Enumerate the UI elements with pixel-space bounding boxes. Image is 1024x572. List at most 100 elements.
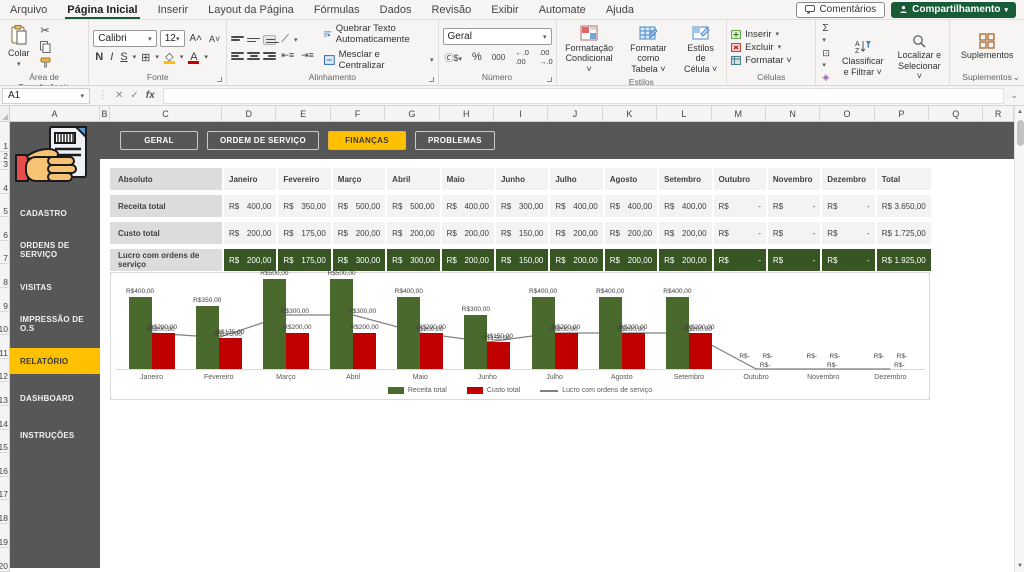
table-value-cell[interactable]: R$400,00 <box>442 195 494 217</box>
decrease-decimal-button[interactable]: .00→.0 <box>537 48 555 66</box>
row-header-18[interactable]: 18 <box>0 500 9 524</box>
finance-chart[interactable]: R$400,00R$200,00R$200,00JaneiroR$350,00R… <box>110 272 930 400</box>
font-name-select[interactable]: Calibri▾ <box>93 30 156 47</box>
cost-bar[interactable] <box>219 338 242 370</box>
paste-button[interactable]: Colar ▾ <box>4 23 34 71</box>
row-label[interactable]: Lucro com ordens de serviço <box>110 249 222 271</box>
column-header-N[interactable]: N <box>766 106 820 121</box>
table-value-cell[interactable]: R$200,00 <box>605 222 657 244</box>
sidebar-item-relat-rio[interactable]: RELATÓRIO <box>10 348 100 374</box>
revenue-bar[interactable] <box>196 306 219 369</box>
table-value-cell[interactable]: R$500,00 <box>387 195 439 217</box>
column-header-O[interactable]: O <box>820 106 874 121</box>
cost-bar[interactable] <box>420 333 443 369</box>
table-value-cell[interactable]: R$- <box>714 195 766 217</box>
column-header-E[interactable]: E <box>276 106 330 121</box>
column-header-K[interactable]: K <box>603 106 657 121</box>
sidebar-item-impress-o-de-o-s[interactable]: IMPRESSÃO DE O.S <box>10 311 100 337</box>
revenue-bar[interactable] <box>464 315 487 369</box>
row-header-17[interactable]: 17 <box>0 477 9 501</box>
underline-button[interactable]: S <box>118 51 129 63</box>
autosum-button[interactable]: Σ ▾ <box>820 23 832 45</box>
column-header-A[interactable]: A <box>10 106 100 121</box>
table-value-cell[interactable]: R$300,00 <box>333 249 385 271</box>
sheet-tab-problemas[interactable]: PROBLEMAS <box>415 131 495 150</box>
cost-bar[interactable] <box>487 342 510 369</box>
table-value-cell[interactable]: R$200,00 <box>659 249 711 271</box>
table-value-cell[interactable]: R$200,00 <box>387 222 439 244</box>
decrease-indent-button[interactable]: ⇤≡ <box>279 50 296 61</box>
sidebar-item-cadastro[interactable]: CADASTRO <box>10 200 100 226</box>
table-value-cell[interactable]: R$200,00 <box>224 222 276 244</box>
table-value-cell[interactable]: R$- <box>768 195 820 217</box>
revenue-bar[interactable] <box>599 297 622 369</box>
format-cells-button[interactable]: Formatar ˅ <box>731 55 792 66</box>
table-total-cell[interactable]: R$3.650,00 <box>877 195 931 217</box>
column-header-B[interactable]: B <box>100 106 110 121</box>
scroll-up-icon[interactable]: ▲ <box>1015 106 1024 118</box>
row-label[interactable]: Custo total <box>110 222 222 244</box>
month-header-julho[interactable]: Julho <box>550 168 602 190</box>
font-color-button[interactable]: A <box>186 51 201 64</box>
number-dialog-launcher[interactable] <box>547 77 552 82</box>
month-header-janeiro[interactable]: Janeiro <box>224 168 276 190</box>
table-value-cell[interactable]: R$400,00 <box>659 195 711 217</box>
alignment-dialog-launcher[interactable] <box>429 77 434 82</box>
table-value-cell[interactable]: R$- <box>768 249 820 271</box>
ribbon-tab-inserir[interactable]: Inserir <box>148 0 199 19</box>
table-value-cell[interactable]: R$- <box>768 222 820 244</box>
row-header-5[interactable]: 5 <box>0 194 9 218</box>
table-value-cell[interactable]: R$200,00 <box>550 222 602 244</box>
cost-bar[interactable] <box>353 333 376 369</box>
align-bottom-button[interactable] <box>263 35 276 45</box>
column-header-F[interactable]: F <box>331 106 385 121</box>
column-header-M[interactable]: M <box>712 106 766 121</box>
ribbon-tab-dados[interactable]: Dados <box>370 0 422 19</box>
month-header-outubro[interactable]: Outubro <box>714 168 766 190</box>
column-header-C[interactable]: C <box>110 106 222 121</box>
sidebar-item-ordens-de-servi-o[interactable]: ORDENS DE SERVIÇO <box>10 237 100 263</box>
row-header-4[interactable]: 4 <box>0 170 9 194</box>
row-header-10[interactable]: 10 <box>0 312 9 336</box>
table-value-cell[interactable]: R$200,00 <box>442 222 494 244</box>
month-header-setembro[interactable]: Setembro <box>659 168 711 190</box>
month-header-março[interactable]: Março <box>333 168 385 190</box>
bold-button[interactable]: N <box>93 51 105 63</box>
table-value-cell[interactable]: R$200,00 <box>224 249 276 271</box>
copy-button[interactable] <box>38 40 53 54</box>
row-label[interactable]: Receita total <box>110 195 222 217</box>
insert-function-icon[interactable]: fx <box>146 90 155 101</box>
table-value-cell[interactable]: R$175,00 <box>278 249 330 271</box>
table-total-cell[interactable]: R$1.725,00 <box>877 222 931 244</box>
column-header-I[interactable]: I <box>494 106 548 121</box>
table-value-cell[interactable]: R$- <box>822 249 874 271</box>
row-header-12[interactable]: 12 <box>0 359 9 383</box>
orientation-button[interactable]: ⟋ <box>279 33 291 46</box>
conditional-formatting-button[interactable]: Formatação Condicional ˅ <box>561 23 618 76</box>
table-value-cell[interactable]: R$200,00 <box>333 222 385 244</box>
accounting-format-button[interactable]: 🄫$▾ <box>443 51 465 64</box>
align-top-button[interactable] <box>231 35 244 45</box>
font-dialog-launcher[interactable] <box>217 77 222 82</box>
table-value-cell[interactable]: R$200,00 <box>442 249 494 271</box>
ribbon-tab-arquivo[interactable]: Arquivo <box>0 0 57 19</box>
borders-button[interactable]: ⊞ <box>139 51 152 64</box>
revenue-bar[interactable] <box>397 297 420 369</box>
fill-color-button[interactable]: ◇ <box>162 50 177 64</box>
comments-button[interactable]: Comentários <box>796 2 885 18</box>
sheet-tab-ordem-de-servi-o[interactable]: ORDEM DE SERVIÇO <box>207 131 319 150</box>
revenue-bar[interactable] <box>532 297 555 369</box>
increase-indent-button[interactable]: ⇥≡ <box>299 50 316 61</box>
ribbon-tab-página-inicial[interactable]: Página Inicial <box>57 0 147 19</box>
merge-center-button[interactable]: Mesclar e Centralizar ▾ <box>324 49 434 71</box>
table-value-cell[interactable]: R$500,00 <box>333 195 385 217</box>
find-select-button[interactable]: Localizar e Selecionar ˅ <box>893 32 945 83</box>
row-header-16[interactable]: 16 <box>0 453 9 477</box>
formula-input[interactable] <box>163 88 1005 104</box>
cost-bar[interactable] <box>286 333 309 369</box>
sidebar-item-dashboard[interactable]: DASHBOARD <box>10 385 100 411</box>
revenue-bar[interactable] <box>666 297 689 369</box>
confirm-entry-icon[interactable]: ✓ <box>130 90 138 101</box>
select-all-corner[interactable] <box>0 106 10 121</box>
sort-filter-button[interactable]: AZ Classificar e Filtrar ˅ <box>838 37 888 79</box>
